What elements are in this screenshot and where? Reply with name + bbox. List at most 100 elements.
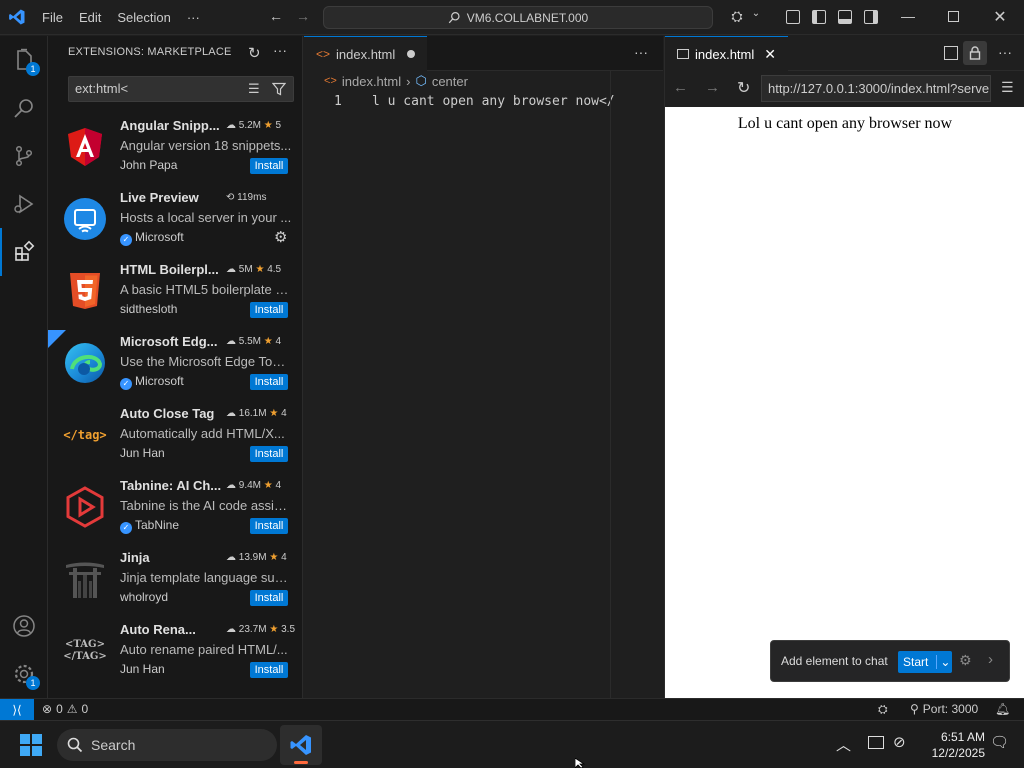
run-debug-button[interactable] xyxy=(0,180,48,228)
clock[interactable]: 6:51 AM 12/2/2025 xyxy=(915,729,985,761)
breadcrumb-file[interactable]: index.html xyxy=(342,74,401,89)
install-button[interactable]: Install xyxy=(250,158,288,174)
close-window-icon[interactable]: ✕ xyxy=(987,7,1013,27)
account-icon xyxy=(13,615,35,637)
forward-arrow-icon[interactable]: → xyxy=(705,79,720,96)
extension-item-html-boilerplate[interactable]: HTML Boilerpl... ☁ 5M ★ 4.5 A basic HTML… xyxy=(48,258,302,330)
refresh-icon[interactable]: ↻ xyxy=(248,44,261,62)
split-editor-icon[interactable] xyxy=(944,46,958,60)
extension-stats: ☁ 9.4M ★ 4 xyxy=(226,480,282,491)
install-button[interactable]: Install xyxy=(250,446,288,462)
port-indicator[interactable]: ⚲ Port: 3000 xyxy=(910,702,978,716)
copilot-status-icon[interactable]: ⛭ xyxy=(878,702,888,717)
extension-item-angular-snippets[interactable]: Angular Snipp... ☁ 5.2M ★ 5 Angular vers… xyxy=(48,114,302,186)
install-button[interactable]: Install xyxy=(250,662,288,678)
start-button[interactable]: Start ⌄ xyxy=(898,651,952,673)
taskbar-vscode-button[interactable] xyxy=(280,725,322,765)
lock-group-button[interactable] xyxy=(963,41,987,65)
copilot-chevron-down-icon[interactable]: ⌄ xyxy=(743,8,769,19)
toggle-secondary-sidebar-icon[interactable] xyxy=(864,10,878,24)
tab-index-html[interactable]: <> index.html xyxy=(304,36,428,71)
extension-item-tabnine[interactable]: Tabnine: AI Ch... ☁ 9.4M ★ 4 Tabnine is … xyxy=(48,474,302,546)
sidebar-title: EXTENSIONS: MARKETPLACE xyxy=(68,46,232,58)
close-tab-icon[interactable]: ✕ xyxy=(764,46,776,63)
menu-icon[interactable]: ☰ xyxy=(1001,79,1014,96)
notifications-bell-icon[interactable]: 🔔︎ xyxy=(995,702,1010,716)
back-arrow-icon[interactable]: ← xyxy=(263,8,289,24)
notification-center-icon[interactable]: 🗨︎ xyxy=(990,733,1009,751)
gear-icon[interactable]: ⚙ xyxy=(274,228,287,246)
filter-icon[interactable] xyxy=(272,82,286,96)
editor-group: <> index.html ··· <> index.html › ⬡ cent… xyxy=(304,36,663,698)
activity-bar: 1 1 xyxy=(0,36,48,698)
manage-button[interactable]: 1 xyxy=(0,650,48,698)
manage-badge: 1 xyxy=(26,676,40,690)
chevron-down-icon[interactable]: ⌄ xyxy=(936,655,950,669)
taskbar-search[interactable]: Search xyxy=(57,729,277,761)
unsaved-dot-icon[interactable] xyxy=(407,50,416,58)
remote-button[interactable]: ⟩⟨ xyxy=(0,699,34,721)
network-icon[interactable]: ⊘ xyxy=(893,733,906,751)
breadcrumb-symbol[interactable]: center xyxy=(432,74,468,89)
clear-filter-icon[interactable]: ☰ xyxy=(248,81,260,97)
install-button[interactable]: Install xyxy=(250,374,288,390)
back-arrow-icon[interactable]: ← xyxy=(673,79,688,96)
line-text[interactable]: l u cant open any browser now</ xyxy=(372,94,615,109)
live-preview-icon xyxy=(62,196,108,242)
angular-icon xyxy=(62,124,108,170)
windows-start-button[interactable] xyxy=(20,734,42,756)
downloads-icon: ☁ xyxy=(226,624,236,635)
gear-icon[interactable]: ⚙ xyxy=(959,652,972,669)
star-icon: ★ xyxy=(269,624,279,635)
extension-item-jinja[interactable]: Jinja ☁ 13.9M ★ 4 Jinja template languag… xyxy=(48,546,302,618)
more-actions-icon[interactable]: ··· xyxy=(998,44,1012,60)
problems-indicator[interactable]: ⊗ 0 ⚠ 0 xyxy=(42,702,88,716)
maximize-icon[interactable] xyxy=(948,11,959,22)
extension-search-input[interactable]: ext:html< xyxy=(68,76,294,102)
tab-preview-index-html[interactable]: index.html ✕ xyxy=(665,36,788,71)
more-actions-icon[interactable]: ··· xyxy=(634,44,648,60)
extension-stats: ⟲ 119ms xyxy=(226,192,267,203)
vscode-logo-icon xyxy=(0,8,34,26)
customize-layout-icon[interactable] xyxy=(786,10,800,24)
star-icon: ★ xyxy=(263,480,273,491)
editor-tab-bar: <> index.html ··· xyxy=(304,36,663,71)
menu-edit[interactable]: Edit xyxy=(71,0,109,35)
explorer-button[interactable]: 1 xyxy=(0,36,48,84)
display-icon[interactable] xyxy=(868,736,884,749)
toggle-panel-icon[interactable] xyxy=(838,10,852,24)
extension-item-auto-close-tag[interactable]: </tag> Auto Close Tag ☁ 16.1M ★ 4 Automa… xyxy=(48,402,302,474)
reload-icon[interactable]: ↻ xyxy=(737,78,750,98)
chevron-right-icon[interactable]: › xyxy=(988,651,993,668)
extension-description: Angular version 18 snippets... xyxy=(120,138,292,153)
port-label: Port: 3000 xyxy=(922,702,979,716)
minimize-icon[interactable]: — xyxy=(895,8,921,24)
command-center-label: VM6.COLLABNET.000 xyxy=(466,10,589,25)
menu-selection[interactable]: Selection xyxy=(109,0,178,35)
remote-icon: ⟩⟨ xyxy=(12,703,22,717)
toggle-sidebar-icon[interactable] xyxy=(812,10,826,24)
extension-stats: ☁ 23.7M ★ 3.5 xyxy=(226,624,296,635)
url-input[interactable]: http://127.0.0.1:3000/index.html?serverW… xyxy=(761,75,991,102)
auto-close-tag-icon: </tag> xyxy=(63,428,107,442)
preview-content[interactable]: Lol u cant open any browser now Add elem… xyxy=(665,107,1024,698)
menu-more[interactable]: ··· xyxy=(179,0,208,35)
extension-item-live-preview[interactable]: Live Preview ⟲ 119ms Hosts a local serve… xyxy=(48,186,302,258)
forward-arrow-icon[interactable]: → xyxy=(290,8,316,24)
search-view-button[interactable] xyxy=(0,84,48,132)
mouse-cursor-icon xyxy=(575,758,586,768)
install-button[interactable]: Install xyxy=(250,302,288,318)
extensions-button[interactable] xyxy=(0,228,48,276)
show-hidden-icons-chevron-up-icon[interactable]: ︿ xyxy=(836,734,851,755)
install-button[interactable]: Install xyxy=(250,590,288,606)
extension-item-auto-rename-tag[interactable]: <TAG> </TAG> Auto Rena... ☁ 23.7M ★ 3.5 A… xyxy=(48,618,302,690)
source-control-button[interactable] xyxy=(0,132,48,180)
extension-item-microsoft-edge-tools[interactable]: Microsoft Edg... ☁ 5.5M ★ 4 Use the Micr… xyxy=(48,330,302,402)
search-icon xyxy=(448,12,460,24)
more-actions-icon[interactable]: ··· xyxy=(273,42,287,58)
accounts-button[interactable] xyxy=(0,602,48,650)
command-center[interactable]: VM6.COLLABNET.000 xyxy=(323,6,713,29)
extension-publisher: Jun Han xyxy=(120,662,165,676)
menu-file[interactable]: File xyxy=(34,0,71,35)
install-button[interactable]: Install xyxy=(250,518,288,534)
